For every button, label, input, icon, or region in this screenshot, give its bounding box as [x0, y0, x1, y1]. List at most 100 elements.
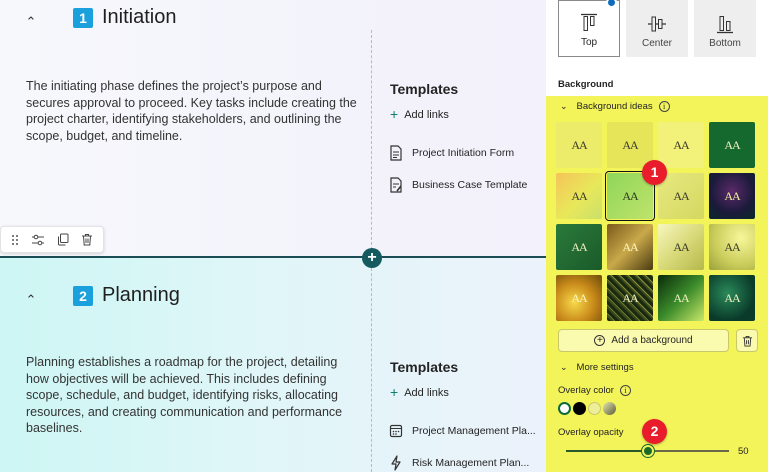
- collapse-chevron-up-icon[interactable]: ⌃: [24, 14, 38, 30]
- info-icon[interactable]: i: [658, 101, 670, 112]
- template-link-label: Project Management Pla...: [412, 424, 536, 437]
- align-bottom-icon: [717, 16, 733, 34]
- flash-icon: [391, 455, 401, 471]
- section-divider: [0, 256, 546, 258]
- overlay-swatch-black[interactable]: [573, 402, 586, 415]
- template-link[interactable]: Risk Management Plan...: [389, 455, 529, 471]
- overlay-color-swatches: [558, 402, 616, 415]
- background-tile[interactable]: AA: [658, 224, 704, 270]
- overlay-opacity-label: Overlay opacity: [558, 427, 624, 438]
- tile-text: AA: [571, 239, 587, 254]
- vertical-alignment-group: Top Center Bottom: [558, 0, 756, 57]
- document-edit-icon: [390, 177, 402, 193]
- tile-text: AA: [673, 290, 689, 305]
- background-tile[interactable]: AA: [658, 122, 704, 168]
- more-settings-toggle[interactable]: ⌄ More settings: [560, 362, 634, 373]
- template-link[interactable]: Business Case Template: [389, 177, 527, 193]
- align-center-label: Center: [641, 38, 672, 49]
- background-tile[interactable]: AA: [556, 122, 602, 168]
- background-tile[interactable]: AA: [556, 173, 602, 219]
- settings-sliders-icon[interactable]: [31, 234, 45, 246]
- overlay-swatch-gradient[interactable]: [603, 402, 616, 415]
- delete-icon[interactable]: [81, 233, 93, 246]
- background-tile[interactable]: AA: [709, 275, 755, 321]
- add-links-label: Add links: [404, 109, 449, 121]
- background-tile[interactable]: AA: [658, 173, 704, 219]
- align-top-label: Top: [580, 37, 598, 48]
- add-links-button[interactable]: + Add links: [390, 384, 449, 400]
- document-icon: [390, 145, 402, 161]
- tile-text: AA: [673, 188, 689, 203]
- section-number-badge: 2: [73, 286, 93, 306]
- section-planning[interactable]: ⌃ 2 Planning Planning establishes a road…: [0, 258, 546, 472]
- section-initiation[interactable]: ⌃ 1 Initiation The initiating phase defi…: [0, 0, 546, 258]
- template-link-label: Project Initiation Form: [412, 147, 515, 159]
- template-link[interactable]: Project Management Pla...: [389, 423, 536, 438]
- background-tile[interactable]: AA: [709, 122, 755, 168]
- collapse-chevron-up-icon[interactable]: ⌃: [24, 292, 38, 308]
- overlay-opacity-value: 50: [738, 446, 749, 457]
- background-ideas-label: Background ideas: [576, 101, 653, 112]
- section-description[interactable]: The initiating phase defines the project…: [26, 78, 360, 144]
- section-number-badge: 1: [73, 8, 93, 28]
- callout-marker: 2: [642, 419, 667, 444]
- tile-text: AA: [673, 137, 689, 152]
- duplicate-icon[interactable]: [57, 233, 69, 246]
- section-title[interactable]: Initiation: [102, 6, 177, 29]
- background-heading: Background: [558, 79, 614, 90]
- add-circle-icon: +: [594, 335, 606, 346]
- align-center-button[interactable]: Center: [626, 0, 688, 57]
- background-tile[interactable]: AA: [709, 224, 755, 270]
- tile-text: AA: [571, 188, 587, 203]
- template-link-label: Risk Management Plan...: [412, 457, 530, 469]
- templates-heading[interactable]: Templates: [390, 359, 458, 375]
- add-background-label: Add a background: [611, 335, 693, 346]
- tile-text: AA: [571, 137, 587, 152]
- background-tile[interactable]: AA: [658, 275, 704, 321]
- tile-text: AA: [724, 239, 740, 254]
- column-divider: [371, 258, 372, 472]
- add-section-button[interactable]: +: [362, 248, 382, 268]
- background-tile[interactable]: AA: [607, 224, 653, 270]
- tile-text: AA: [673, 239, 689, 254]
- background-tile[interactable]: AA: [709, 173, 755, 219]
- tile-text: AA: [571, 290, 587, 305]
- section-description[interactable]: Planning establishes a roadmap for the p…: [26, 354, 360, 437]
- overlay-swatch-light[interactable]: [588, 402, 601, 415]
- more-settings-label: More settings: [576, 362, 634, 373]
- properties-panel: Top Center Bottom Background ⌄ Backgroun…: [546, 0, 768, 472]
- drag-handle-icon[interactable]: [11, 234, 19, 246]
- tile-text: AA: [622, 137, 638, 152]
- overlay-opacity-thumb[interactable]: [642, 445, 654, 457]
- template-link-label: Business Case Template: [412, 179, 528, 191]
- plus-icon: +: [390, 384, 399, 400]
- column-divider: [371, 30, 372, 250]
- templates-heading[interactable]: Templates: [390, 81, 458, 97]
- align-bottom-button[interactable]: Bottom: [694, 0, 756, 57]
- selected-check-icon: [606, 0, 617, 8]
- calendar-icon: [389, 424, 403, 438]
- add-background-button[interactable]: + Add a background: [558, 329, 729, 352]
- add-links-label: Add links: [404, 387, 449, 399]
- align-top-button[interactable]: Top: [558, 0, 620, 57]
- info-icon[interactable]: i: [619, 385, 631, 396]
- tile-text: AA: [622, 188, 638, 203]
- background-tile[interactable]: AA: [556, 224, 602, 270]
- tile-text: AA: [622, 239, 638, 254]
- add-links-button[interactable]: + Add links: [390, 106, 449, 122]
- delete-background-button[interactable]: [736, 329, 758, 352]
- background-ideas-grid: AA AA AA AA AA AA AA AA AA AA AA AA AA A…: [556, 122, 755, 321]
- section-title[interactable]: Planning: [102, 284, 180, 307]
- tile-text: AA: [724, 188, 740, 203]
- tile-text: AA: [724, 290, 740, 305]
- background-ideas-toggle[interactable]: ⌄ Background ideas i: [560, 101, 670, 112]
- background-tile[interactable]: AA: [607, 122, 653, 168]
- align-bottom-label: Bottom: [709, 38, 741, 49]
- tile-text: AA: [724, 137, 740, 152]
- background-tile[interactable]: AA: [556, 275, 602, 321]
- overlay-color-heading: Overlay color i: [558, 385, 631, 396]
- background-tile[interactable]: AA: [607, 275, 653, 321]
- chevron-down-icon: ⌄: [560, 101, 568, 111]
- template-link[interactable]: Project Initiation Form: [389, 145, 514, 161]
- overlay-swatch-white[interactable]: [558, 402, 571, 415]
